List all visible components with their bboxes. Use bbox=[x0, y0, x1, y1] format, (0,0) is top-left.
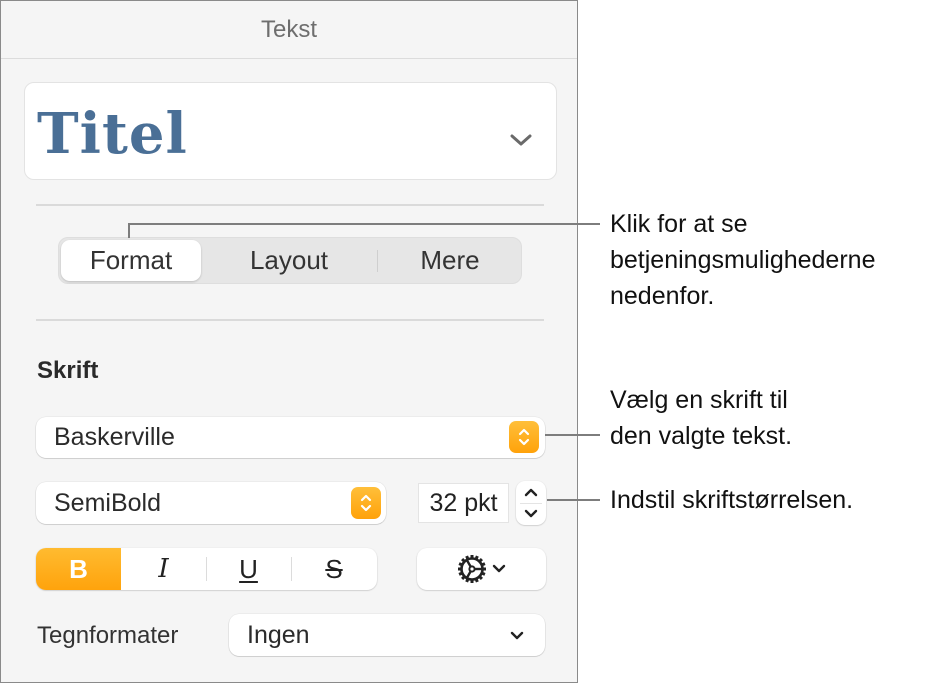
callout-line bbox=[547, 499, 600, 501]
character-styles-label: Tegnformater bbox=[37, 622, 179, 649]
text-format-panel: Tekst Titel Format Layout Mere Skrift Ba… bbox=[0, 0, 578, 683]
updown-chevron-icon bbox=[351, 487, 381, 519]
bold-button[interactable]: B bbox=[36, 548, 121, 590]
panel-title: Tekst bbox=[1, 1, 577, 59]
decrease-size-button[interactable] bbox=[516, 503, 546, 525]
callout-font-family: Vælg en skrift til den valgte tekst. bbox=[610, 386, 793, 450]
divider bbox=[36, 204, 544, 206]
tab-more[interactable]: Mere bbox=[379, 238, 521, 283]
tab-bar: Format Layout Mere bbox=[58, 237, 522, 284]
increase-size-button[interactable] bbox=[516, 481, 546, 503]
tab-layout[interactable]: Layout bbox=[204, 238, 374, 283]
chevron-down-icon bbox=[510, 631, 524, 640]
tab-format[interactable]: Format bbox=[61, 240, 201, 281]
callout-line bbox=[128, 223, 600, 225]
chevron-down-icon bbox=[492, 564, 505, 573]
text-style-buttons: B I U S bbox=[36, 548, 377, 590]
updown-chevron-icon bbox=[509, 421, 539, 453]
underline-button[interactable]: U bbox=[206, 548, 291, 590]
font-typeface-popup[interactable]: SemiBold bbox=[36, 482, 386, 524]
paragraph-style-name: Titel bbox=[37, 101, 188, 167]
character-styles-value: Ingen bbox=[247, 620, 310, 649]
callout-font-size: Indstil skriftstørrelsen. bbox=[610, 486, 854, 514]
italic-button[interactable]: I bbox=[121, 548, 206, 590]
callout-line bbox=[545, 434, 600, 436]
chevron-up-icon bbox=[524, 488, 538, 497]
callout-line bbox=[128, 223, 130, 238]
gear-icon bbox=[457, 555, 486, 583]
strikethrough-button[interactable]: S bbox=[291, 548, 377, 590]
font-typeface-value: SemiBold bbox=[54, 488, 161, 517]
font-family-value: Baskerville bbox=[54, 423, 175, 451]
tab-separator bbox=[377, 250, 378, 272]
chevron-down-icon bbox=[524, 509, 538, 518]
chevron-down-icon bbox=[510, 134, 532, 146]
paragraph-style-selector[interactable]: Titel bbox=[24, 82, 557, 180]
font-size-field[interactable]: 32 pkt bbox=[418, 483, 509, 523]
character-styles-popup[interactable]: Ingen bbox=[229, 614, 545, 656]
font-size-stepper bbox=[516, 481, 546, 525]
callout-tabs: Klik for at se betjeningsmulighederne ne… bbox=[610, 210, 876, 310]
font-section-heading: Skrift bbox=[37, 357, 99, 384]
font-family-popup[interactable]: Baskerville bbox=[36, 417, 545, 458]
advanced-options-button[interactable] bbox=[417, 548, 546, 590]
divider bbox=[36, 319, 544, 321]
